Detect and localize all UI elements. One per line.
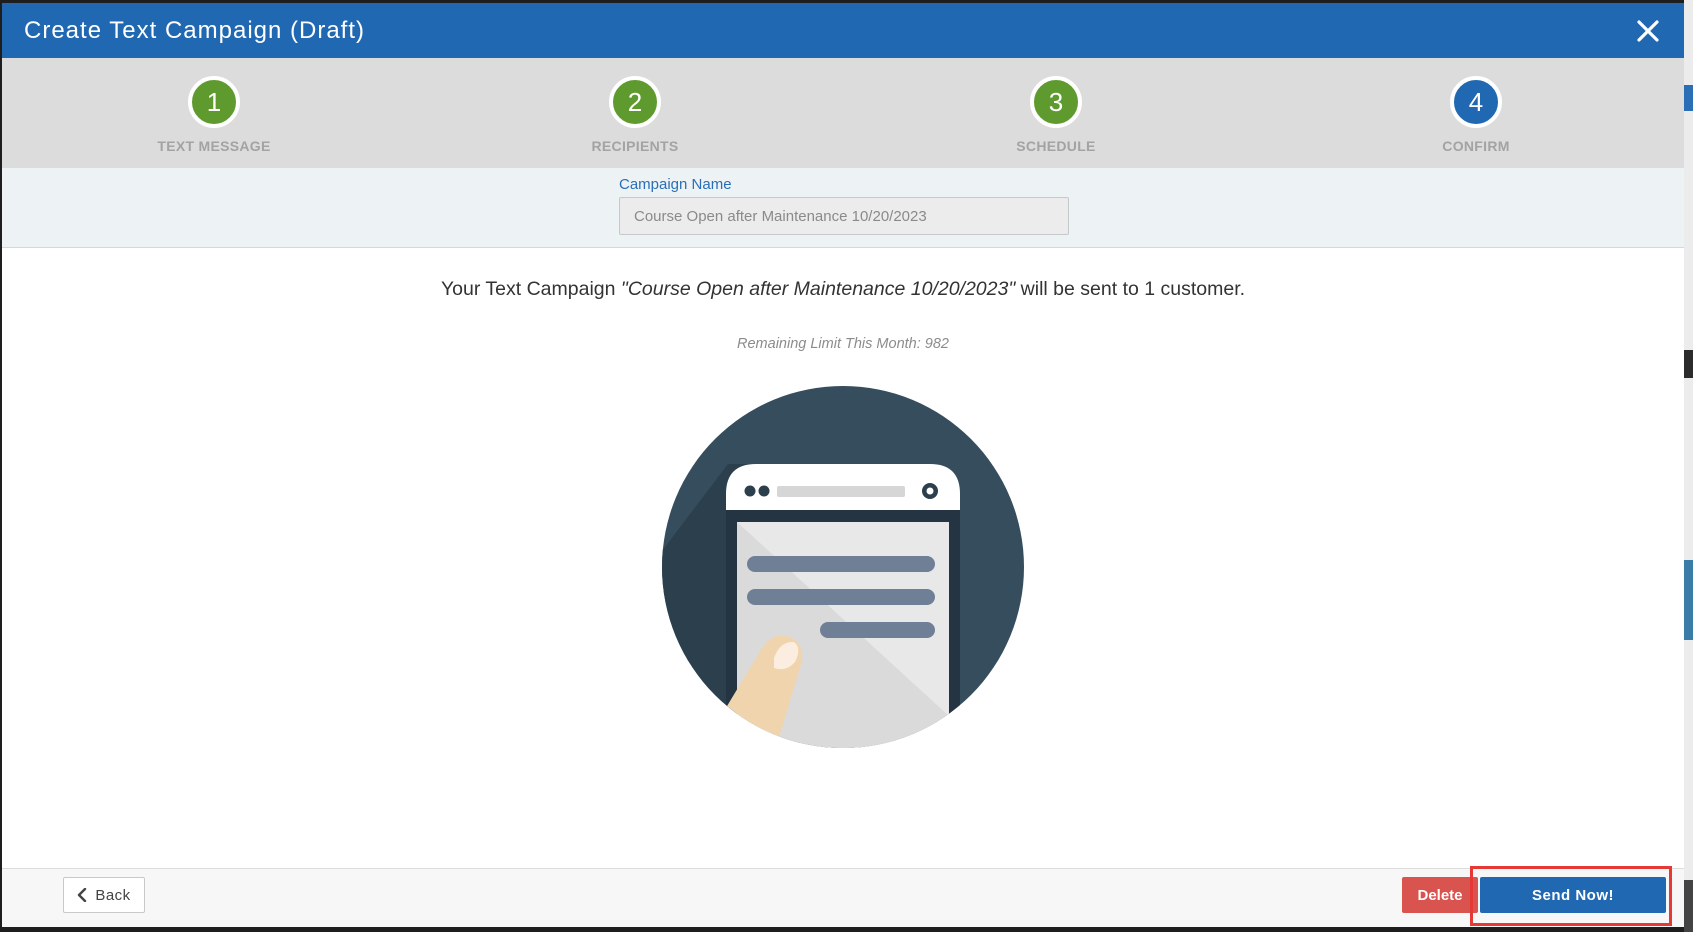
step-schedule[interactable]: 3 SCHEDULE (976, 76, 1136, 154)
step-number: 1 (188, 76, 240, 128)
delete-button[interactable]: Delete (1402, 877, 1478, 913)
campaign-name-section: Campaign Name (2, 168, 1684, 248)
modal-title: Create Text Campaign (Draft) (24, 17, 366, 44)
step-label: TEXT MESSAGE (157, 138, 271, 154)
remaining-limit: Remaining Limit This Month: 982 (737, 336, 949, 352)
phone-sms-illustration (662, 386, 1024, 748)
campaign-summary: Your Text Campaign "Course Open after Ma… (2, 278, 1684, 301)
summary-suffix: will be sent to 1 customer. (1015, 278, 1246, 300)
step-number: 3 (1030, 76, 1082, 128)
close-icon[interactable] (1628, 11, 1668, 51)
back-button-label: Back (95, 886, 131, 904)
step-number: 2 (609, 76, 661, 128)
step-label: SCHEDULE (1016, 138, 1096, 154)
step-recipients[interactable]: 2 RECIPIENTS (555, 76, 715, 154)
summary-prefix: Your Text Campaign (440, 278, 621, 300)
confirm-content: Your Text Campaign "Course Open after Ma… (2, 248, 1684, 870)
campaign-name-label: Campaign Name (619, 176, 732, 193)
modal-footer: Back Delete Send Now! (2, 866, 1684, 927)
background-page (1684, 0, 1693, 932)
campaign-name-input[interactable] (619, 197, 1069, 235)
summary-campaign-name: "Course Open after Maintenance 10/20/202… (620, 278, 1016, 300)
back-button[interactable]: Back (63, 877, 145, 913)
send-now-button[interactable]: Send Now! (1480, 877, 1666, 913)
step-label: RECIPIENTS (591, 138, 679, 154)
create-text-campaign-modal: Create Text Campaign (Draft) 1 TEXT MESS… (2, 3, 1684, 927)
step-label: CONFIRM (1442, 138, 1510, 154)
step-confirm[interactable]: 4 CONFIRM (1396, 76, 1556, 154)
step-text-message[interactable]: 1 TEXT MESSAGE (134, 76, 294, 154)
modal-header: Create Text Campaign (Draft) (2, 3, 1684, 58)
wizard-steps: 1 TEXT MESSAGE 2 RECIPIENTS 3 SCHEDULE 4… (2, 58, 1684, 168)
step-number: 4 (1450, 76, 1502, 128)
chevron-left-icon (78, 888, 87, 902)
